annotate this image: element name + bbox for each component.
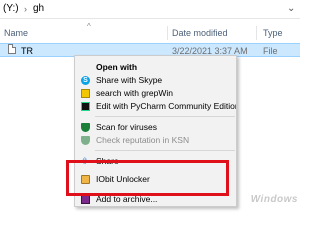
- kaspersky-shield-icon: [81, 123, 90, 132]
- pycharm-icon: [81, 102, 90, 111]
- column-header-type[interactable]: Type: [263, 26, 283, 40]
- menu-item-check-ksn[interactable]: Check reputation in KSN: [75, 134, 236, 147]
- winrar-archive-icon: [81, 195, 90, 204]
- kaspersky-shield-icon: [81, 136, 90, 145]
- column-divider[interactable]: [167, 26, 168, 40]
- menu-separator: [95, 116, 235, 117]
- grepwin-icon: [81, 89, 90, 98]
- column-header-row: Name ^ Date modified Type: [0, 22, 300, 40]
- highlight-box: [66, 160, 229, 196]
- menu-item-search-grepwin[interactable]: search with grepWin: [75, 87, 236, 100]
- address-dropdown-icon[interactable]: ⌄: [287, 0, 295, 18]
- menu-item-label: Check reputation in KSN: [96, 135, 190, 145]
- menu-item-open-with[interactable]: Open with: [75, 61, 236, 74]
- address-bar[interactable]: (Y:) › gh ⌄: [0, 0, 300, 19]
- breadcrumb-separator: ›: [24, 4, 27, 14]
- column-divider[interactable]: [256, 26, 257, 40]
- menu-item-label: Share with Skype: [96, 75, 163, 85]
- file-type: File: [263, 46, 278, 56]
- menu-item-share-skype[interactable]: S Share with Skype: [75, 74, 236, 87]
- sort-caret-icon: ^: [87, 22, 91, 31]
- menu-item-label: Scan for viruses: [96, 122, 157, 132]
- menu-separator: [95, 150, 235, 151]
- menu-item-scan-viruses[interactable]: Scan for viruses: [75, 121, 236, 134]
- file-icon: [8, 44, 16, 54]
- folder-crumb[interactable]: gh: [33, 0, 44, 18]
- menu-item-edit-pycharm[interactable]: Edit with PyCharm Community Edition: [75, 100, 237, 113]
- column-header-name[interactable]: Name: [4, 26, 28, 40]
- file-name[interactable]: TR: [21, 44, 33, 58]
- drive-crumb[interactable]: (Y:): [3, 0, 19, 18]
- menu-item-label: search with grepWin: [96, 88, 174, 98]
- menu-item-label: Open with: [96, 62, 138, 72]
- skype-icon: S: [81, 76, 90, 85]
- column-header-date-modified[interactable]: Date modified: [172, 26, 228, 40]
- menu-item-label: Edit with PyCharm Community Edition: [96, 101, 237, 111]
- watermark: Windows: [250, 194, 298, 205]
